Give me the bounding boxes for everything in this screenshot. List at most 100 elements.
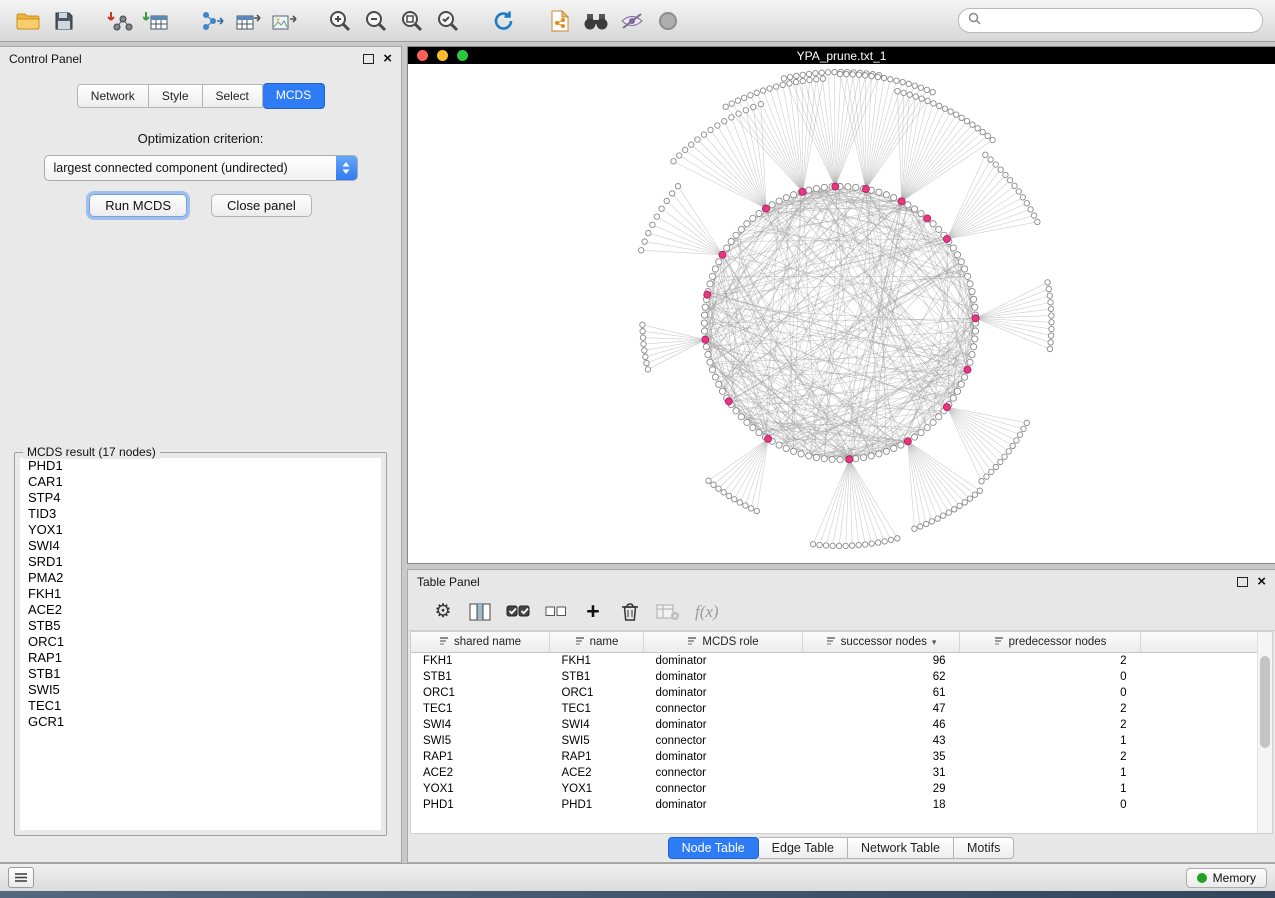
table-cell[interactable]: 29 [803,781,960,797]
table-cell[interactable]: TEC1 [411,701,550,717]
table-cell[interactable]: dominator [644,669,803,685]
export-table-icon[interactable] [232,5,264,37]
mcds-result-item[interactable]: SWI5 [20,682,381,698]
zoom-out-icon[interactable] [360,5,392,37]
table-row[interactable]: RAP1RAP1dominator352 [411,749,1258,765]
memory-button[interactable]: Memory [1186,868,1267,888]
table-cell[interactable]: connector [644,765,803,781]
table-row[interactable]: YOX1YOX1connector291 [411,781,1258,797]
export-image-icon[interactable] [268,5,300,37]
clear-table-icon[interactable] [656,599,680,625]
table-cell[interactable]: 46 [803,717,960,733]
column-header-MCDS-role[interactable]: MCDS role [644,632,803,653]
zoom-in-icon[interactable] [324,5,356,37]
table-cell[interactable]: connector [644,781,803,797]
table-cell[interactable]: 1 [960,781,1141,797]
mcds-result-item[interactable]: YOX1 [20,522,381,538]
save-session-icon[interactable] [48,5,80,37]
deselect-all-icon[interactable] [545,599,567,625]
table-cell[interactable]: RAP1 [550,749,644,765]
table-cell[interactable]: 43 [803,733,960,749]
zoom-fit-icon[interactable] [396,5,428,37]
table-cell[interactable]: dominator [644,685,803,701]
table-cell[interactable]: PHD1 [550,797,644,813]
table-cell[interactable]: SWI5 [411,733,550,749]
close-panel-button[interactable]: × [383,51,392,66]
tab-mcds[interactable]: MCDS [263,83,325,109]
import-network-icon[interactable] [104,5,136,37]
table-cell[interactable]: STB1 [550,669,644,685]
mcds-result-item[interactable]: TEC1 [20,698,381,714]
clone-network-icon[interactable] [544,5,576,37]
run-mcds-button[interactable]: Run MCDS [89,194,187,217]
export-network-icon[interactable] [196,5,228,37]
table-cell[interactable]: dominator [644,797,803,813]
table-cell[interactable]: 96 [803,653,960,670]
maximize-window-button[interactable] [457,50,468,61]
column-header-predecessor-nodes[interactable]: predecessor nodes [960,632,1141,653]
column-header-shared-name[interactable]: shared name [411,632,550,653]
tab-style[interactable]: Style [149,84,203,108]
table-cell[interactable]: 2 [960,701,1141,717]
table-cell[interactable]: 1 [960,765,1141,781]
table-cell[interactable]: dominator [644,717,803,733]
table-cell[interactable]: 47 [803,701,960,717]
table-cell[interactable]: FKH1 [550,653,644,670]
table-cell[interactable]: ORC1 [411,685,550,701]
table-cell[interactable]: 31 [803,765,960,781]
table-cell[interactable]: connector [644,701,803,717]
table-cell[interactable]: 2 [960,749,1141,765]
tab-network-table[interactable]: Network Table [848,837,954,859]
hide-unhide-icon[interactable] [616,5,648,37]
table-row[interactable]: SWI4SWI4dominator462 [411,717,1258,733]
column-header-name[interactable]: name [550,632,644,653]
table-cell[interactable]: SWI4 [550,717,644,733]
import-table-icon[interactable] [140,5,172,37]
table-cell[interactable]: 2 [960,653,1141,670]
table-cell[interactable]: SWI4 [411,717,550,733]
mcds-result-item[interactable]: SRD1 [20,554,381,570]
mcds-result-item[interactable]: PHD1 [20,458,381,474]
eye-icon[interactable] [652,5,684,37]
float-table-panel-button[interactable] [1237,577,1248,587]
table-row[interactable]: SWI5SWI5connector431 [411,733,1258,749]
delete-column-icon[interactable] [619,599,641,625]
column-header-successor-nodes[interactable]: successor nodes▾ [803,632,960,653]
table-cell[interactable]: YOX1 [550,781,644,797]
table-cell[interactable]: RAP1 [411,749,550,765]
table-cell[interactable]: SWI5 [550,733,644,749]
table-row[interactable]: STB1STB1dominator620 [411,669,1258,685]
tab-edge-table[interactable]: Edge Table [759,837,848,859]
minimize-window-button[interactable] [437,50,448,61]
close-table-panel-button[interactable]: × [1257,574,1266,589]
table-cell[interactable]: 1 [960,733,1141,749]
table-cell[interactable]: connector [644,733,803,749]
tab-select[interactable]: Select [203,84,263,108]
float-panel-button[interactable] [363,54,374,64]
mcds-result-item[interactable]: RAP1 [20,650,381,666]
table-cell[interactable]: FKH1 [411,653,550,670]
binoculars-find-icon[interactable] [580,5,612,37]
mcds-result-item[interactable]: TID3 [20,506,381,522]
table-cell[interactable]: 62 [803,669,960,685]
mcds-result-item[interactable]: ACE2 [20,602,381,618]
mcds-result-item[interactable]: STB1 [20,666,381,682]
mcds-result-item[interactable]: SWI4 [20,538,381,554]
table-cell[interactable]: dominator [644,653,803,670]
add-column-icon[interactable]: + [582,599,604,625]
table-cell[interactable]: ORC1 [550,685,644,701]
mcds-result-item[interactable]: CAR1 [20,474,381,490]
table-cell[interactable]: dominator [644,749,803,765]
status-menu-button[interactable] [8,867,34,888]
optimization-criterion-select[interactable]: largest connected component (undirected) [44,155,358,181]
mcds-result-item[interactable]: STP4 [20,490,381,506]
network-canvas[interactable] [408,64,1275,563]
mcds-result-item[interactable]: ORC1 [20,634,381,650]
table-cell[interactable]: 2 [960,717,1141,733]
show-column-icon[interactable] [469,599,491,625]
table-row[interactable]: ORC1ORC1dominator610 [411,685,1258,701]
tab-network[interactable]: Network [77,84,149,108]
table-scrollbar[interactable] [1257,632,1272,833]
mcds-result-list[interactable]: PHD1CAR1STP4TID3YOX1SWI4SRD1PMA2FKH1ACE2… [20,458,381,830]
network-graph[interactable] [408,64,1275,563]
